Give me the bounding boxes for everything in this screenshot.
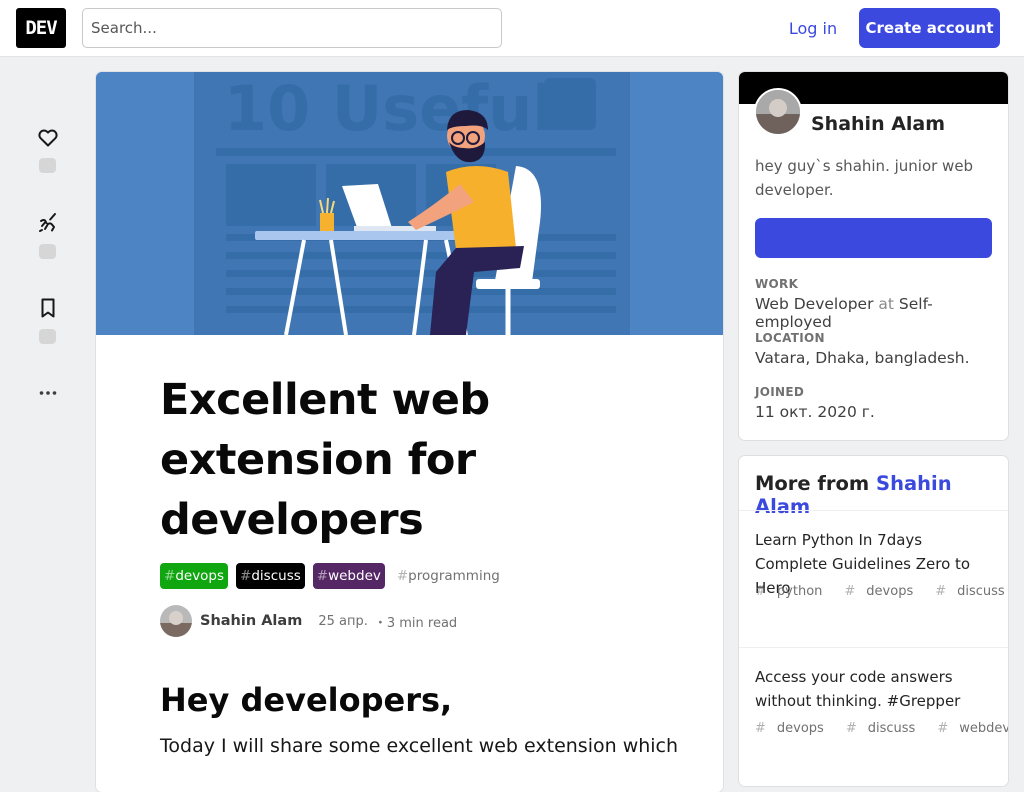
more-from-heading: More from Shahin Alam (755, 472, 1008, 518)
section-heading: Hey developers, (160, 681, 453, 719)
publish-date: 25 апр. (318, 613, 368, 629)
work-at: at (878, 295, 894, 313)
post-tag[interactable]: # devops (755, 721, 835, 736)
work-value: Web Developer at Self-employed (755, 295, 1008, 331)
tag-devops[interactable]: # devops (160, 563, 229, 589)
post-tag[interactable]: # devops (844, 584, 924, 599)
cover-image: 10 Useful (96, 72, 723, 335)
heart-count (39, 158, 56, 173)
cover-text: 10 Useful (224, 72, 554, 145)
more-post-tags: #devops#discuss#webdev#programming (755, 716, 1008, 742)
divider (739, 510, 1008, 511)
unicorn-count (39, 244, 56, 259)
divider (739, 647, 1008, 648)
search-input[interactable] (82, 8, 502, 48)
more-from-prefix: More from (755, 472, 870, 495)
unicorn-reaction-button[interactable] (34, 209, 62, 237)
more-actions-button[interactable] (34, 379, 62, 407)
bookmark-icon (41, 298, 55, 318)
post-tag[interactable]: # discuss (935, 584, 1008, 599)
avatar[interactable] (160, 605, 192, 637)
author-profile-card: Shahin Alam hey guy`s shahin. junior web… (739, 72, 1008, 440)
tag-label: programming (408, 568, 500, 584)
body-paragraph: Today I will share some excellent web ex… (160, 735, 679, 757)
follow-button[interactable] (755, 218, 992, 258)
heart-reaction-button[interactable] (34, 123, 62, 151)
more-from-card: More from Shahin Alam Learn Python In 7d… (739, 456, 1008, 786)
developer-illustration: 10 Useful (96, 72, 723, 335)
avatar-image (160, 605, 192, 637)
article-meta: Shahin Alam 25 апр. ・3 min read (160, 605, 457, 637)
work-role: Web Developer (755, 295, 874, 313)
work-label: WORK (755, 277, 799, 291)
joined-label: JOINED (755, 385, 805, 399)
post-tag[interactable]: # python (755, 584, 833, 599)
article-card: 10 Useful Excellent web extension for de… (96, 72, 723, 792)
bookmark-button[interactable] (34, 294, 62, 322)
heart-icon (38, 129, 58, 147)
tag-hash: # (396, 568, 409, 584)
tag-label: webdev (328, 568, 381, 584)
tag-label: discuss (251, 568, 301, 584)
location-label: LOCATION (755, 331, 825, 345)
tag-hash: # (164, 568, 176, 584)
tag-programming[interactable]: # programming (393, 563, 504, 589)
location-value: Vatara, Dhaka, bangladesh. (755, 349, 970, 367)
more-post-tags: #python#devops#discuss#webdev (755, 579, 1005, 605)
login-link[interactable]: Log in (776, 8, 850, 48)
bookmark-count (39, 329, 56, 344)
dev-logo[interactable]: DEV (16, 8, 66, 48)
post-tag[interactable]: # webdev (937, 721, 1008, 736)
profile-avatar[interactable] (754, 88, 802, 136)
author-name[interactable]: Shahin Alam (200, 613, 302, 629)
unicorn-icon (39, 213, 56, 232)
tag-discuss[interactable]: # discuss (236, 563, 305, 589)
more-post-title[interactable]: Access your code answers without thinkin… (755, 665, 995, 713)
article-title: Excellent web extension for developers (160, 375, 490, 545)
tag-webdev[interactable]: # webdev (312, 563, 385, 589)
profile-name[interactable]: Shahin Alam (811, 113, 945, 135)
top-header: DEV Log in Create account (0, 0, 1024, 57)
tag-label: devops (175, 568, 225, 584)
joined-value: 11 окт. 2020 г. (755, 403, 875, 421)
article-tags: # devops # discuss # webdev # programming (160, 563, 504, 589)
tag-hash: # (240, 568, 252, 584)
read-time: ・3 min read (373, 615, 458, 631)
avatar-image (756, 90, 800, 134)
tag-hash: # (316, 568, 329, 584)
create-account-button[interactable]: Create account (859, 8, 1000, 48)
more-horizontal-icon (39, 391, 57, 395)
profile-bio: hey guy`s shahin. junior web developer. (755, 157, 974, 199)
post-tag[interactable]: # discuss (846, 721, 926, 736)
